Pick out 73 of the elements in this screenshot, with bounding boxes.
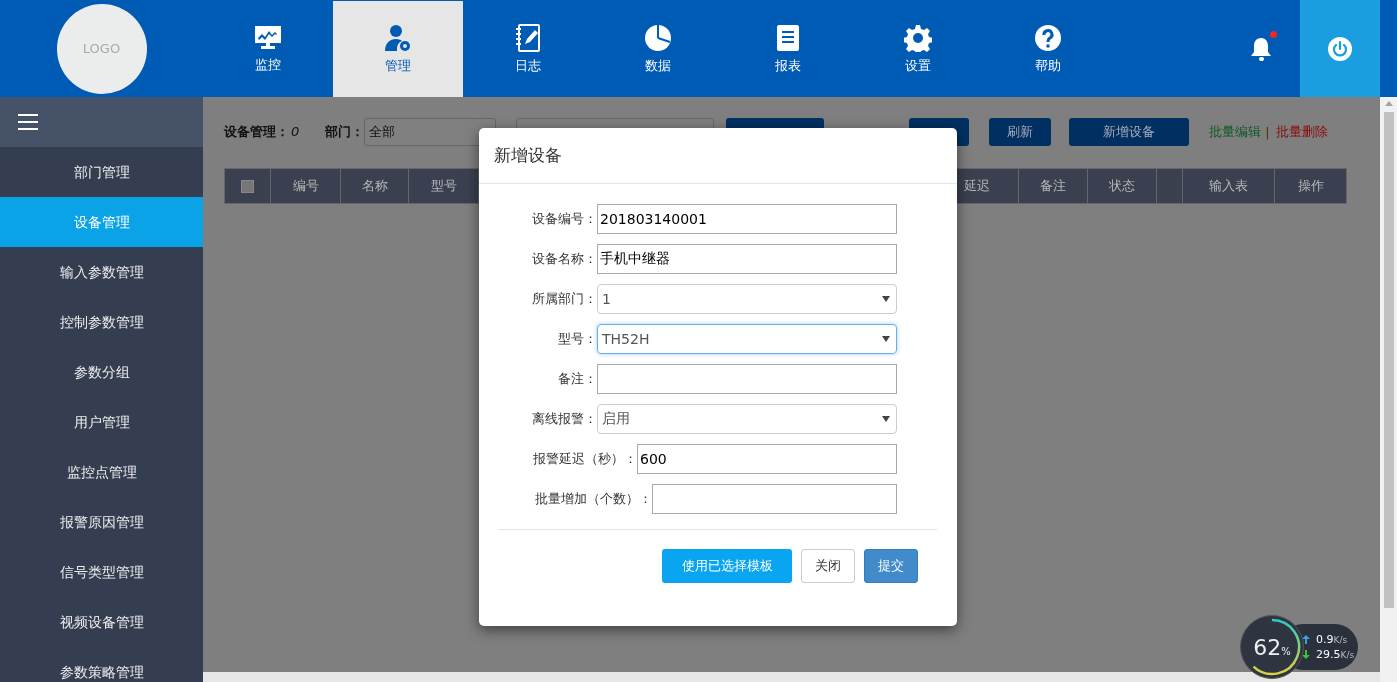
- input-field[interactable]: 手机中继器: [597, 244, 897, 274]
- sidebar-item[interactable]: 参数分组: [0, 347, 203, 397]
- caret-icon: [882, 296, 890, 302]
- input-field[interactable]: 201803140001: [597, 204, 897, 234]
- sidebar-item[interactable]: 输入参数管理: [0, 247, 203, 297]
- department-select[interactable]: 全部: [364, 118, 497, 146]
- sidebar-item[interactable]: 报警原因管理: [0, 497, 203, 547]
- field-label: 设备名称：: [531, 250, 597, 268]
- caret-icon: [882, 416, 890, 422]
- upload-arrow-icon: [1302, 635, 1310, 644]
- dropdown[interactable]: 启用: [597, 404, 897, 434]
- horizontal-scrollbar[interactable]: [203, 672, 1380, 682]
- sidebar-item[interactable]: 监控点管理: [0, 447, 203, 497]
- nav-tab[interactable]: 帮助: [983, 1, 1113, 97]
- field-label: 型号：: [557, 330, 597, 348]
- logo: LOGO: [56, 3, 147, 94]
- column-header: 输入表: [1183, 169, 1275, 203]
- notebook-icon: [515, 24, 541, 52]
- menu-icon[interactable]: [18, 114, 38, 130]
- dropdown[interactable]: TH52H: [597, 324, 897, 354]
- input-field[interactable]: [597, 364, 897, 394]
- refresh-button[interactable]: 刷新: [989, 118, 1052, 146]
- scrollbar[interactable]: [1380, 97, 1397, 682]
- sidebar-item[interactable]: 参数策略管理: [0, 647, 203, 682]
- dropdown[interactable]: 1: [597, 284, 897, 314]
- user-gear-icon: [384, 24, 412, 52]
- nav-tab[interactable]: 管理: [333, 1, 463, 97]
- usage-percent: 62%: [1253, 634, 1291, 660]
- close-button[interactable]: 关闭: [801, 549, 855, 583]
- scrollbar-thumb[interactable]: [1383, 112, 1394, 608]
- scroll-up-arrow[interactable]: [1384, 101, 1393, 106]
- column-header: 操作: [1296, 177, 1325, 195]
- column-header: 名称: [341, 169, 409, 203]
- field-label: 离线报警：: [531, 410, 597, 428]
- column-header: 编号: [271, 169, 341, 203]
- nav-tab[interactable]: 设置: [853, 1, 983, 97]
- sidebar-item[interactable]: 视频设备管理: [0, 597, 203, 647]
- caret-icon: [882, 336, 890, 342]
- gauge-ring: [1252, 618, 1301, 676]
- field-label: 备注：: [557, 370, 597, 388]
- column-header: 备注: [1019, 169, 1088, 203]
- monitor-icon: [254, 25, 282, 51]
- power-icon: [1327, 35, 1353, 62]
- nav-tab[interactable]: 数据: [593, 1, 723, 97]
- nav-tab[interactable]: 日志: [463, 1, 593, 97]
- sidebar-item[interactable]: 信号类型管理: [0, 547, 203, 597]
- page-title: 设备管理：0: [224, 123, 300, 141]
- column-header: 状态: [1088, 169, 1157, 203]
- field-label: 批量增加（个数）：: [534, 490, 652, 508]
- document-icon: [776, 24, 800, 52]
- sidebar-item[interactable]: 部门管理: [0, 147, 203, 197]
- download-speed: 29.5K/s: [1316, 648, 1355, 661]
- sidebar-item[interactable]: 用户管理: [0, 397, 203, 447]
- field-label: 所属部门：: [531, 290, 597, 308]
- field-label: 设备编号：: [531, 210, 597, 228]
- nav-tab[interactable]: 监控: [203, 1, 333, 97]
- help-icon: [1034, 24, 1062, 52]
- separator: |: [1265, 124, 1270, 140]
- settings-icon: [904, 24, 932, 52]
- submit-button[interactable]: 提交: [864, 549, 918, 583]
- input-field[interactable]: [652, 484, 897, 514]
- field-label: 报警延迟（秒）：: [532, 450, 637, 468]
- add-device-button[interactable]: 新增设备: [1069, 118, 1190, 146]
- nav-tab[interactable]: 报表: [723, 1, 853, 97]
- pie-chart-icon: [644, 24, 672, 52]
- download-arrow-icon: [1302, 650, 1310, 659]
- sidebar-item[interactable]: 控制参数管理: [0, 297, 203, 347]
- upload-speed: 0.9K/s: [1316, 633, 1348, 646]
- checkbox[interactable]: [241, 179, 254, 193]
- dialog-title: 新增设备: [494, 144, 562, 167]
- department-label: 部门：: [325, 123, 365, 141]
- power-button[interactable]: [1300, 0, 1380, 97]
- input-field[interactable]: 600: [637, 444, 897, 474]
